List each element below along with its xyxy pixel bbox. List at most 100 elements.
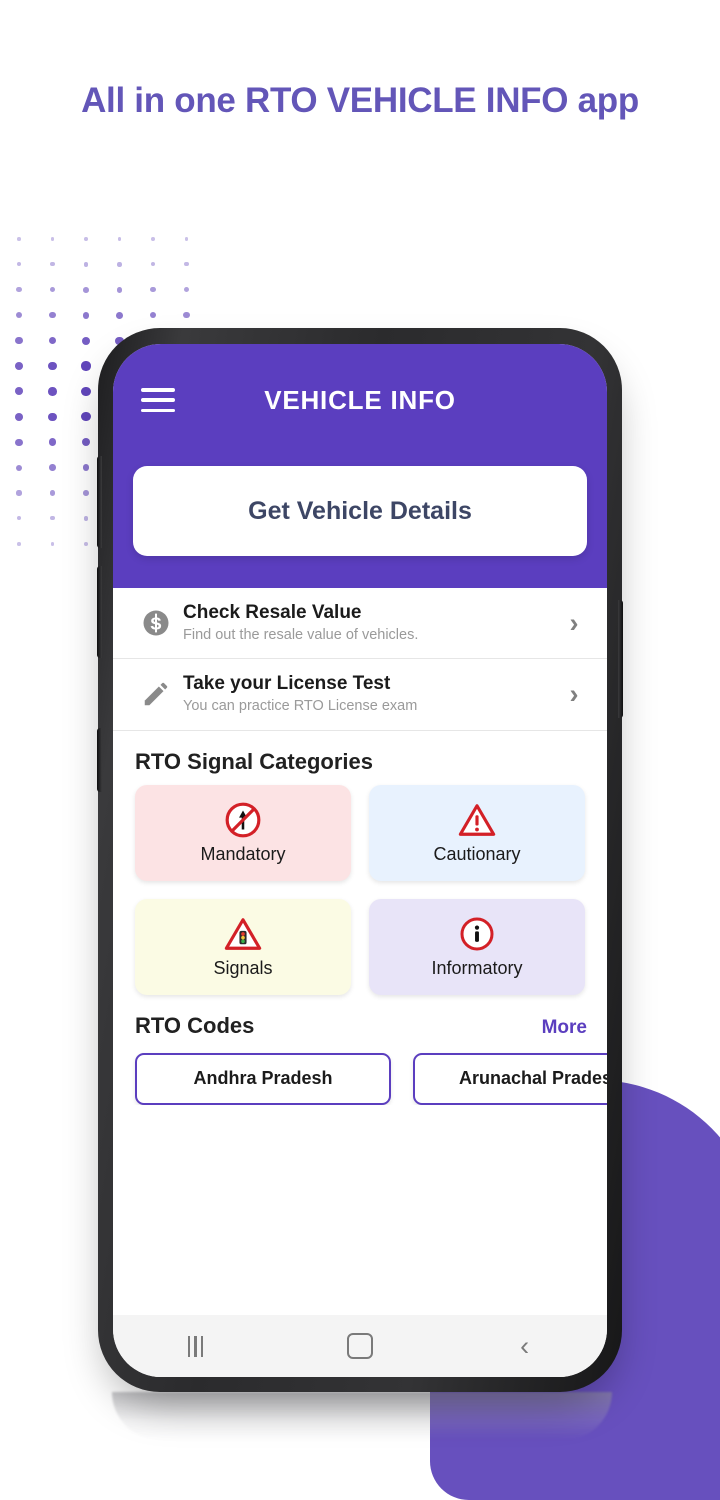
page-title: All in one RTO VEHICLE INFO app xyxy=(81,81,639,121)
list-item-take-license-test[interactable]: Take your License Test You can practice … xyxy=(113,659,607,731)
list-item-check-resale-value[interactable]: S Check Resale Value Find out the resale… xyxy=(113,588,607,660)
decorative-dot xyxy=(50,516,55,521)
decorative-dot xyxy=(15,337,23,345)
signal-categories-header: RTO Signal Categories xyxy=(113,731,607,785)
category-label: Informatory xyxy=(431,958,523,979)
side-key-button[interactable] xyxy=(618,600,623,718)
app-title: VEHICLE INFO xyxy=(264,384,456,415)
decorative-dot xyxy=(117,262,122,267)
decorative-dot xyxy=(151,237,155,241)
home-icon[interactable] xyxy=(330,1326,390,1366)
decorative-dot xyxy=(48,361,57,371)
decorative-dot xyxy=(50,237,55,241)
decorative-dot xyxy=(16,516,21,521)
get-vehicle-details-button[interactable]: Get Vehicle Details xyxy=(133,466,587,556)
list-item-title: Check Resale Value xyxy=(183,602,362,623)
rto-codes-chip-row[interactable]: Andhra Pradesh Arunachal Pradesh xyxy=(113,1049,607,1105)
decorative-dot xyxy=(82,311,90,319)
decorative-dot xyxy=(84,237,88,241)
chevron-right-icon[interactable]: › xyxy=(559,679,589,710)
list-item-subtitle: Find out the resale value of vehicles. xyxy=(183,626,419,643)
no-straight-ahead-sign-icon xyxy=(224,800,262,840)
category-card-cautionary[interactable]: Cautionary xyxy=(369,784,585,881)
decorative-dot xyxy=(48,336,57,345)
recents-bar xyxy=(200,1335,204,1357)
decorative-dot xyxy=(81,412,91,422)
decorative-dot xyxy=(116,311,123,319)
decorative-dot xyxy=(50,262,55,267)
decorative-dot xyxy=(15,387,23,396)
app-bar: VEHICLE INFO xyxy=(113,344,607,456)
dollar-coin-icon: S xyxy=(135,608,177,638)
app-header: VEHICLE INFO Get Vehicle Details xyxy=(113,344,607,588)
decorative-dot xyxy=(49,311,56,319)
rto-codes-title: RTO Codes xyxy=(135,1012,255,1038)
info-circle-icon xyxy=(459,914,495,954)
list-item-text: Check Resale Value Find out the resale v… xyxy=(177,601,559,645)
decorative-dot xyxy=(116,287,123,293)
category-card-mandatory[interactable]: Mandatory xyxy=(135,784,351,881)
decorative-dot xyxy=(49,490,56,496)
decorative-dot xyxy=(16,262,21,267)
decorative-dot xyxy=(49,464,56,471)
hamburger-bar xyxy=(141,408,175,412)
list-item-title: Take your License Test xyxy=(183,673,391,695)
back-icon[interactable]: ‹ xyxy=(495,1326,555,1366)
decorative-dot xyxy=(83,262,89,267)
decorative-dot xyxy=(48,387,57,396)
phone-screen: VEHICLE INFO Get Vehicle Details S Check… xyxy=(113,344,607,1377)
rto-code-chip[interactable]: Arunachal Pradesh xyxy=(413,1052,607,1105)
decorative-dot xyxy=(184,237,189,241)
android-navigation-bar: ‹ xyxy=(113,1315,607,1377)
warning-triangle-icon xyxy=(458,800,496,840)
rto-codes-header: RTO Codes More xyxy=(113,995,607,1049)
decorative-dot xyxy=(183,287,190,293)
decorative-dot xyxy=(81,336,91,345)
get-vehicle-details-label: Get Vehicle Details xyxy=(248,496,472,525)
rto-codes-more-link[interactable]: More xyxy=(542,1017,587,1039)
phone-reflection xyxy=(112,1392,612,1440)
decorative-dot xyxy=(49,287,56,293)
decorative-dot xyxy=(117,237,122,241)
phone-mockup: VEHICLE INFO Get Vehicle Details S Check… xyxy=(97,328,623,1392)
traffic-light-warning-icon xyxy=(224,914,262,954)
decorative-dot xyxy=(83,287,89,293)
pencil-icon xyxy=(135,679,177,709)
decorative-dot xyxy=(17,542,21,546)
power-button[interactable] xyxy=(97,728,102,792)
category-card-signals[interactable]: Signals xyxy=(135,898,351,995)
decorative-dot xyxy=(48,412,57,422)
decorative-dot xyxy=(16,490,22,496)
category-label: Mandatory xyxy=(200,844,286,865)
category-label: Signals xyxy=(213,958,273,979)
signal-categories-title: RTO Signal Categories xyxy=(135,748,373,774)
decorative-dot xyxy=(15,362,23,370)
list-item-subtitle: You can practice RTO License exam xyxy=(183,698,418,715)
decorative-dot xyxy=(150,262,156,267)
decorative-dot xyxy=(16,287,22,293)
decorative-dot xyxy=(15,312,23,319)
hamburger-bar xyxy=(141,398,175,402)
hamburger-menu-icon[interactable] xyxy=(141,388,175,412)
chevron-right-icon[interactable]: › xyxy=(559,608,589,639)
recents-bar xyxy=(187,1335,191,1357)
decorative-dot xyxy=(150,287,156,293)
category-card-informatory[interactable]: Informatory xyxy=(369,898,585,995)
recents-bar xyxy=(194,1335,197,1357)
rto-code-chip[interactable]: Andhra Pradesh xyxy=(135,1052,391,1105)
signal-categories-grid: Mandatory Cautionary Signals Informatory xyxy=(113,784,607,995)
decorative-dot xyxy=(82,464,90,472)
category-label: Cautionary xyxy=(433,844,521,865)
recents-icon[interactable] xyxy=(165,1326,225,1366)
volume-down-button[interactable] xyxy=(97,566,102,658)
volume-up-button[interactable] xyxy=(97,456,102,548)
decorative-dot xyxy=(183,312,190,319)
decorative-dot xyxy=(81,386,91,396)
decorative-dot xyxy=(17,237,21,241)
decorative-dot xyxy=(15,412,23,421)
decorative-dot xyxy=(81,438,91,447)
decorative-dot xyxy=(50,541,55,546)
decorative-dot xyxy=(84,541,88,546)
decorative-dot xyxy=(48,438,57,446)
decorative-dot xyxy=(149,311,157,319)
